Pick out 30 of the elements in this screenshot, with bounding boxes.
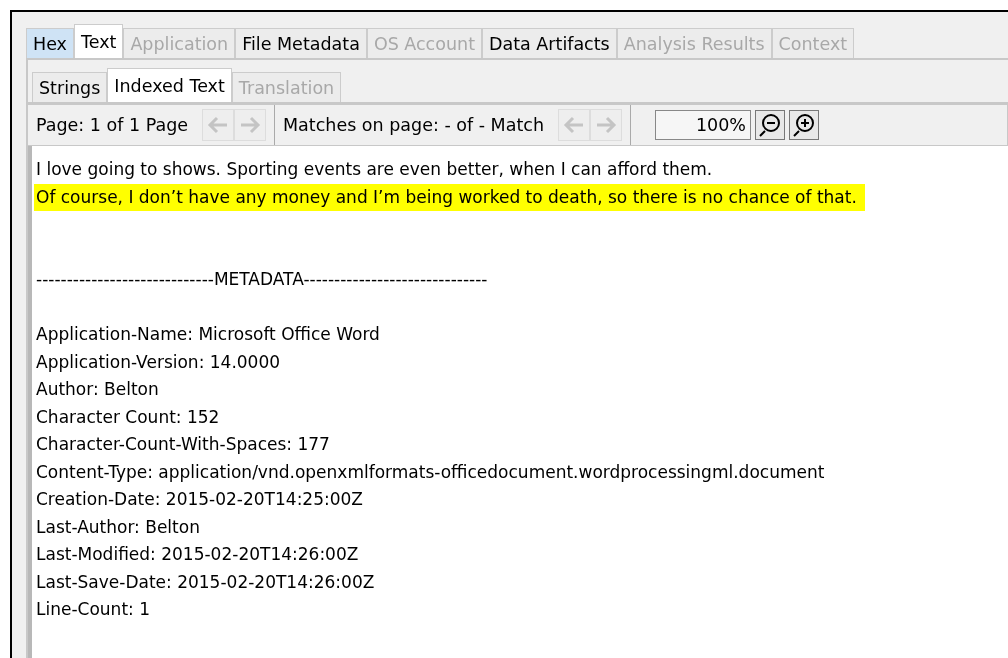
text-line: Last-Save-Date: 2015-02-20T14:26:00Z [36, 570, 376, 594]
text-line: Last-Author: Belton [36, 515, 201, 539]
tab[interactable]: File Metadata [235, 28, 367, 58]
text-line: Application-Version: 14.0000 [36, 350, 282, 374]
text-line: Creation-Date: 2015-02-20T14:25:00Z [36, 488, 364, 511]
text-line: I love going to shows. Sporting events are even better, when I can afford them. [36, 158, 714, 181]
zoom-in-icon [791, 112, 817, 138]
section-heading: -----------------------------METADATA------------------------------ [36, 268, 489, 291]
text-line: Last-Modified: 2015-02-20T14:26:00Z [36, 543, 360, 566]
left-arrow-icon [563, 116, 585, 134]
tab[interactable]: Text [74, 24, 124, 58]
text-line: Character-Count-With-Spaces: 177 [36, 433, 331, 456]
text-line: Content-Type: application/vnd.openxmlformats-officedocument.wordprocessingml.document [36, 460, 826, 484]
text-line: Application-Name: Microsoft Office Word [36, 323, 381, 346]
toolbar-label: Matches on page: - of - Match [283, 113, 544, 137]
zoom-out-button[interactable] [755, 110, 785, 140]
right-arrow-icon [239, 116, 261, 134]
text-line: Character Count: 152 [36, 405, 221, 429]
zoom-in-button[interactable] [789, 110, 819, 140]
zoom-out-icon [757, 112, 783, 138]
text-line: Line-Count: 1 [36, 598, 151, 621]
tab[interactable]: Hex [26, 28, 74, 58]
text-line: Author: Belton [36, 378, 160, 401]
tab[interactable]: Strings [32, 72, 108, 102]
tab[interactable]: Indexed Text [107, 68, 232, 102]
left-arrow-icon [207, 116, 229, 134]
zoom-field[interactable]: 100% [655, 110, 751, 140]
toolbar-label: Page: 1 of 1 Page [36, 113, 188, 137]
tab[interactable]: Data Artifacts [482, 28, 617, 58]
right-arrow-icon [595, 116, 617, 134]
